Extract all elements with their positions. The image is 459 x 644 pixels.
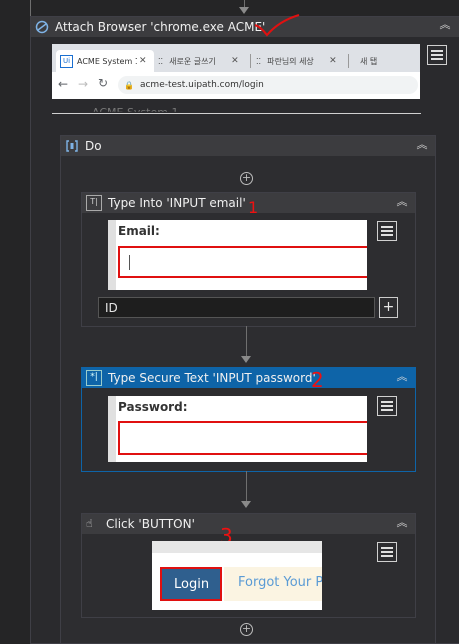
forgot-password-area: Forgot Your P [224,567,322,601]
preview-top-bar [152,541,322,553]
login-label: Login [174,577,210,592]
sequence-icon [66,140,78,152]
browser-screenshot: Ui ACME System 1 ✕ ⁚⁚ 새로운 글쓰기 ✕ ⁚⁚ 파란님의 … [52,44,420,99]
annotation-number-2: 2 [311,368,324,392]
browser-tab[interactable]: ⁚⁚ 새로운 글쓰기 ✕ [158,54,251,68]
attach-collapse-icon[interactable]: ︽ [438,18,452,32]
type-into-icon: T| [86,195,102,211]
tab-close-icon[interactable]: ✕ [139,56,147,66]
email-label: Email: [118,224,160,238]
forward-arrow-icon[interactable]: → [78,77,88,91]
tab-close-icon[interactable]: ✕ [329,56,337,66]
back-arrow-icon[interactable]: ← [58,77,68,91]
collapse-icon[interactable]: ︽ [415,138,429,152]
attach-browser-title: Attach Browser 'chrome.exe ACME' [55,20,266,34]
connector-arrowhead [241,356,251,363]
browser-tab-label: 파란님의 세상 [267,56,314,66]
login-button-preview: Login Forgot Your P [152,541,322,610]
collapse-icon[interactable]: ︽ [395,195,409,209]
type-into-title: Type Into 'INPUT email' [108,196,246,210]
add-activity-plus-icon[interactable]: + [240,172,253,185]
password-label: Password: [118,400,188,414]
text-cursor [129,255,130,270]
type-into-menu-button[interactable] [377,221,397,241]
tistory-favicon-icon: ⁚⁚ [158,56,164,66]
browser-tab[interactable]: 새 탭 [354,54,418,68]
type-secure-menu-button[interactable] [377,396,397,416]
attach-browser-menu-button[interactable] [427,45,447,65]
add-text-plus-button[interactable]: + [379,297,398,318]
browser-toolbar: ← → ↻ 🔒 acme-test.uipath.com/login [52,72,420,99]
connector-arrowhead [241,501,251,508]
type-secure-text-header[interactable]: *| Type Secure Text 'INPUT password' ︽ [82,368,415,388]
browser-tab-label: 새로운 글쓰기 [169,56,216,66]
browser-tab-label: ACME System 1 [77,56,137,66]
divider-line [52,113,421,114]
add-activity-plus-icon[interactable]: + [240,623,253,636]
forgot-password-text: Forgot Your P [238,575,322,590]
connector-line [246,326,247,356]
click-title: Click 'BUTTON' [106,517,195,531]
url-text: acme-test.uipath.com/login [139,80,264,90]
text-input-value: ID [105,301,118,315]
email-input-highlight [118,246,367,278]
text-input-field[interactable]: ID [98,297,375,318]
email-field-preview: Email: [108,220,367,290]
uipath-favicon-icon: Ui [60,54,73,68]
click-pointer-icon: ☝ [86,517,93,530]
address-bar[interactable]: 🔒 acme-test.uipath.com/login [118,76,418,94]
do-sequence-header[interactable]: Do ︽ [61,136,435,156]
click-menu-button[interactable] [377,542,397,562]
password-field-preview: Password: [108,396,367,462]
login-button-image: Login [160,567,222,601]
attach-browser-header[interactable]: Attach Browser 'chrome.exe ACME' [31,17,459,37]
browser-tab-active[interactable]: Ui ACME System 1 ✕ [56,50,154,72]
browser-tab-label: 새 탭 [360,56,378,66]
do-sequence-title: Do [85,139,102,153]
type-secure-text-title: Type Secure Text 'INPUT password' [108,371,316,385]
type-secure-icon: *| [86,370,102,386]
tab-close-icon[interactable]: ✕ [231,56,239,66]
password-input-highlight [118,421,367,455]
reload-icon[interactable]: ↻ [98,76,108,90]
top-arrowhead [239,7,249,14]
attach-browser-icon [35,20,49,34]
connector-line [246,471,247,501]
annotation-checkmark [254,14,300,37]
click-header[interactable]: ☝ Click 'BUTTON' ︽ [82,514,415,534]
browser-tab[interactable]: ⁚⁚ 파란님의 세상 ✕ [256,54,349,68]
preview-left-bar [108,220,116,290]
tistory-favicon-icon: ⁚⁚ [256,56,262,66]
collapse-icon[interactable]: ︽ [395,370,409,384]
collapse-icon[interactable]: ︽ [395,516,409,530]
annotation-number-1: 1 [248,198,259,217]
preview-left-bar [108,396,116,462]
lock-icon: 🔒 [124,80,134,90]
